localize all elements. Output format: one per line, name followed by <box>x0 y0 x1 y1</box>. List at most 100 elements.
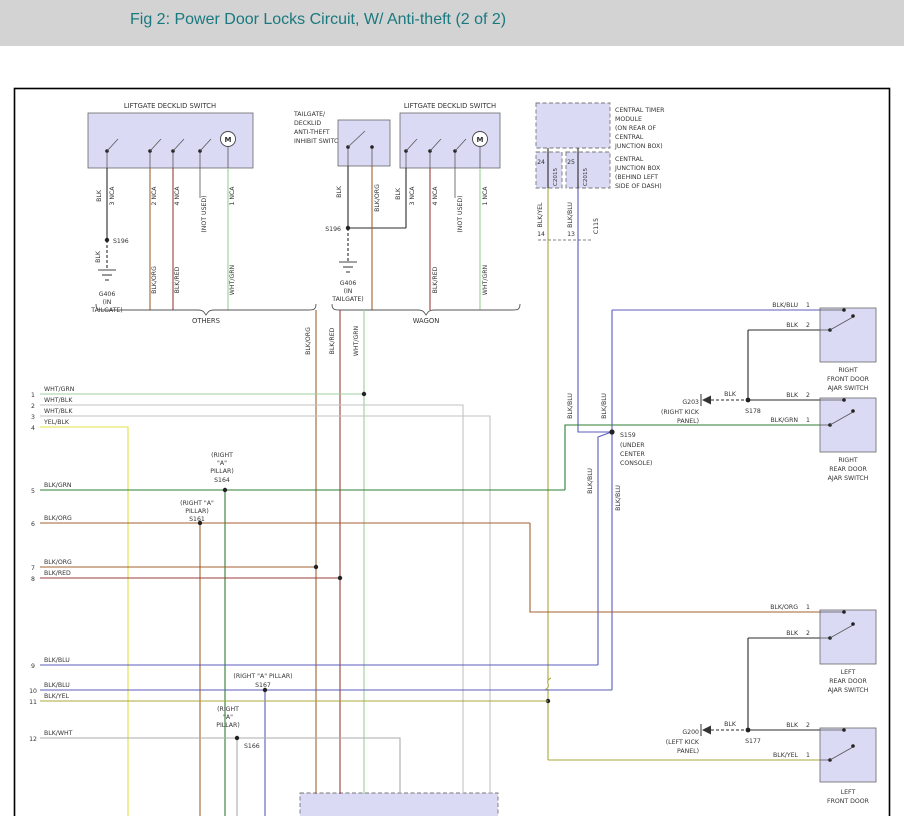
pin-number: 25 <box>567 159 575 166</box>
pin-label: BLK <box>96 189 103 202</box>
central-timer-box <box>536 103 610 148</box>
splice-s177-dot <box>746 728 751 733</box>
splice-s177-label: S177 <box>745 738 761 745</box>
ground-g406-mid-label: G406 <box>340 280 357 287</box>
wagon-label: WAGON <box>413 317 440 325</box>
ground-loc: (IN <box>344 288 353 295</box>
row-number: 1 <box>31 392 35 399</box>
row-label: WHT/GRN <box>44 386 75 393</box>
wire-label: BLK/BLU <box>615 485 622 511</box>
module-title: CENTRAL <box>615 134 644 141</box>
splice-loc: PILLAR) <box>185 508 209 515</box>
switch-name: AJAR SWITCH <box>828 687 869 694</box>
pin-number: 2 <box>806 630 810 637</box>
wire-label: BLK/YEL <box>537 202 544 228</box>
splice-loc: (RIGHT "A" PILLAR) <box>233 673 292 680</box>
splice-s196-mid-label: S196 <box>325 226 341 233</box>
module-title: CENTRAL TIMER <box>615 107 665 114</box>
splice-s196-left-label: S196 <box>113 238 129 245</box>
wire-label: WHT/GRN <box>482 264 489 295</box>
splice-loc: "A" <box>223 714 233 721</box>
wire-label: BLK <box>786 392 799 399</box>
module-title: JUNCTION BOX <box>614 165 661 172</box>
connector-label: C2015 <box>583 167 589 186</box>
inhibit-switch-box <box>338 120 390 166</box>
row-label: BLK/BLU <box>44 682 70 689</box>
row-label: YEL/BLK <box>43 419 70 426</box>
ground-g200-label: G200 <box>682 729 699 736</box>
wire-label: BLK/ORG <box>305 327 312 355</box>
splice-s166-dot <box>235 736 239 740</box>
wire-label: BLK <box>95 250 102 263</box>
wire-label: BLK/RED <box>329 327 336 354</box>
row-label: BLK/YEL <box>44 693 70 700</box>
row-number: 3 <box>31 414 35 421</box>
splice-s164-label: S164 <box>214 477 230 484</box>
wire-label: BLK/BLU <box>601 393 608 419</box>
module-title: LIFTGATE DECKLID SWITCH <box>124 102 216 110</box>
ground-loc: (LEFT KICK <box>666 739 700 746</box>
wire-label: BLK/RED <box>174 266 181 293</box>
pin-number: 1 <box>806 752 810 759</box>
ground-g203-label: G203 <box>682 399 699 406</box>
pin-label: 3 NCA <box>409 186 416 206</box>
row-label: BLK/GRN <box>44 482 72 489</box>
row-label: BLK/ORG <box>44 559 72 566</box>
wire-label: BLK/BLU <box>567 393 574 419</box>
row-number: 8 <box>31 576 35 583</box>
switch-name: FRONT DOOR <box>827 376 870 383</box>
splice-loc: CENTER <box>620 451 646 458</box>
module-title: JUNCTION BOX) <box>614 143 663 150</box>
row-number: 2 <box>31 403 35 410</box>
pin-label: 3 NCA <box>109 186 116 206</box>
row-number: 10 <box>29 688 37 695</box>
splice-loc: "A" <box>217 460 227 467</box>
ground-loc: (IN <box>103 299 112 306</box>
module-title: ANTI-THEFT <box>294 129 330 136</box>
diagram-border <box>15 89 890 816</box>
pin-label: (NOT USED) <box>201 195 208 232</box>
splice-s159-dot <box>609 429 614 434</box>
module-title: TAILGATE/ <box>293 111 326 118</box>
splice-s178-label: S178 <box>745 408 761 415</box>
wire-label: BLK <box>786 630 799 637</box>
row-number: 12 <box>29 736 37 743</box>
row-number: 9 <box>31 663 35 670</box>
pin-label: 1 NCA <box>229 186 236 206</box>
pin-number: 1 <box>806 302 810 309</box>
switch-name: LEFT <box>841 669 856 676</box>
wire-label: WHT/GRN <box>229 264 236 295</box>
module-title: (ON REAR OF <box>615 125 656 132</box>
wire-label: BLK/BLU <box>772 302 798 309</box>
pin-label: 2 NCA <box>151 186 158 206</box>
bottom-connector-box <box>300 793 498 816</box>
ground-loc: PANEL) <box>677 418 699 425</box>
splice-s166-label: S166 <box>244 743 260 750</box>
wiring-diagram: LIFTGATE DECKLID SWITCH M BLK 3 NCA 2 NC… <box>0 0 904 816</box>
row-label: BLK/RED <box>44 570 71 577</box>
switch-name: RIGHT <box>838 457 858 464</box>
pin-label: 4 NCA <box>432 186 439 206</box>
pin-label: 4 NCA <box>174 186 181 206</box>
wire-label: WHT/GRN <box>353 325 360 356</box>
row-label: BLK/BLU <box>44 657 70 664</box>
switch-name: REAR DOOR <box>829 466 867 473</box>
wire-label: BLK/ORG <box>770 604 798 611</box>
switch-name: LEFT <box>841 789 856 796</box>
ground-loc: TAILGATE) <box>90 307 122 314</box>
switch-name: AJAR SWITCH <box>828 385 869 392</box>
wire-label: BLK/GRN <box>770 417 798 424</box>
module-title: LIFTGATE DECKLID SWITCH <box>404 102 496 110</box>
pin-label: BLK <box>336 185 343 198</box>
ground-loc: TAILGATE) <box>331 296 363 303</box>
wire-label: BLK <box>724 391 737 398</box>
wire-label: BLK/RED <box>432 266 439 293</box>
pin-number: 1 <box>806 417 810 424</box>
row-number: 7 <box>31 565 35 572</box>
row-label: WHT/BLK <box>44 408 73 415</box>
splice-loc: (UNDER <box>620 442 645 449</box>
module-title: DECKLID <box>294 120 321 127</box>
splice-s167-label: S167 <box>255 682 271 689</box>
wire-label: BLK/BLU <box>567 202 574 228</box>
splice-loc: (RIGHT "A" <box>180 500 214 507</box>
